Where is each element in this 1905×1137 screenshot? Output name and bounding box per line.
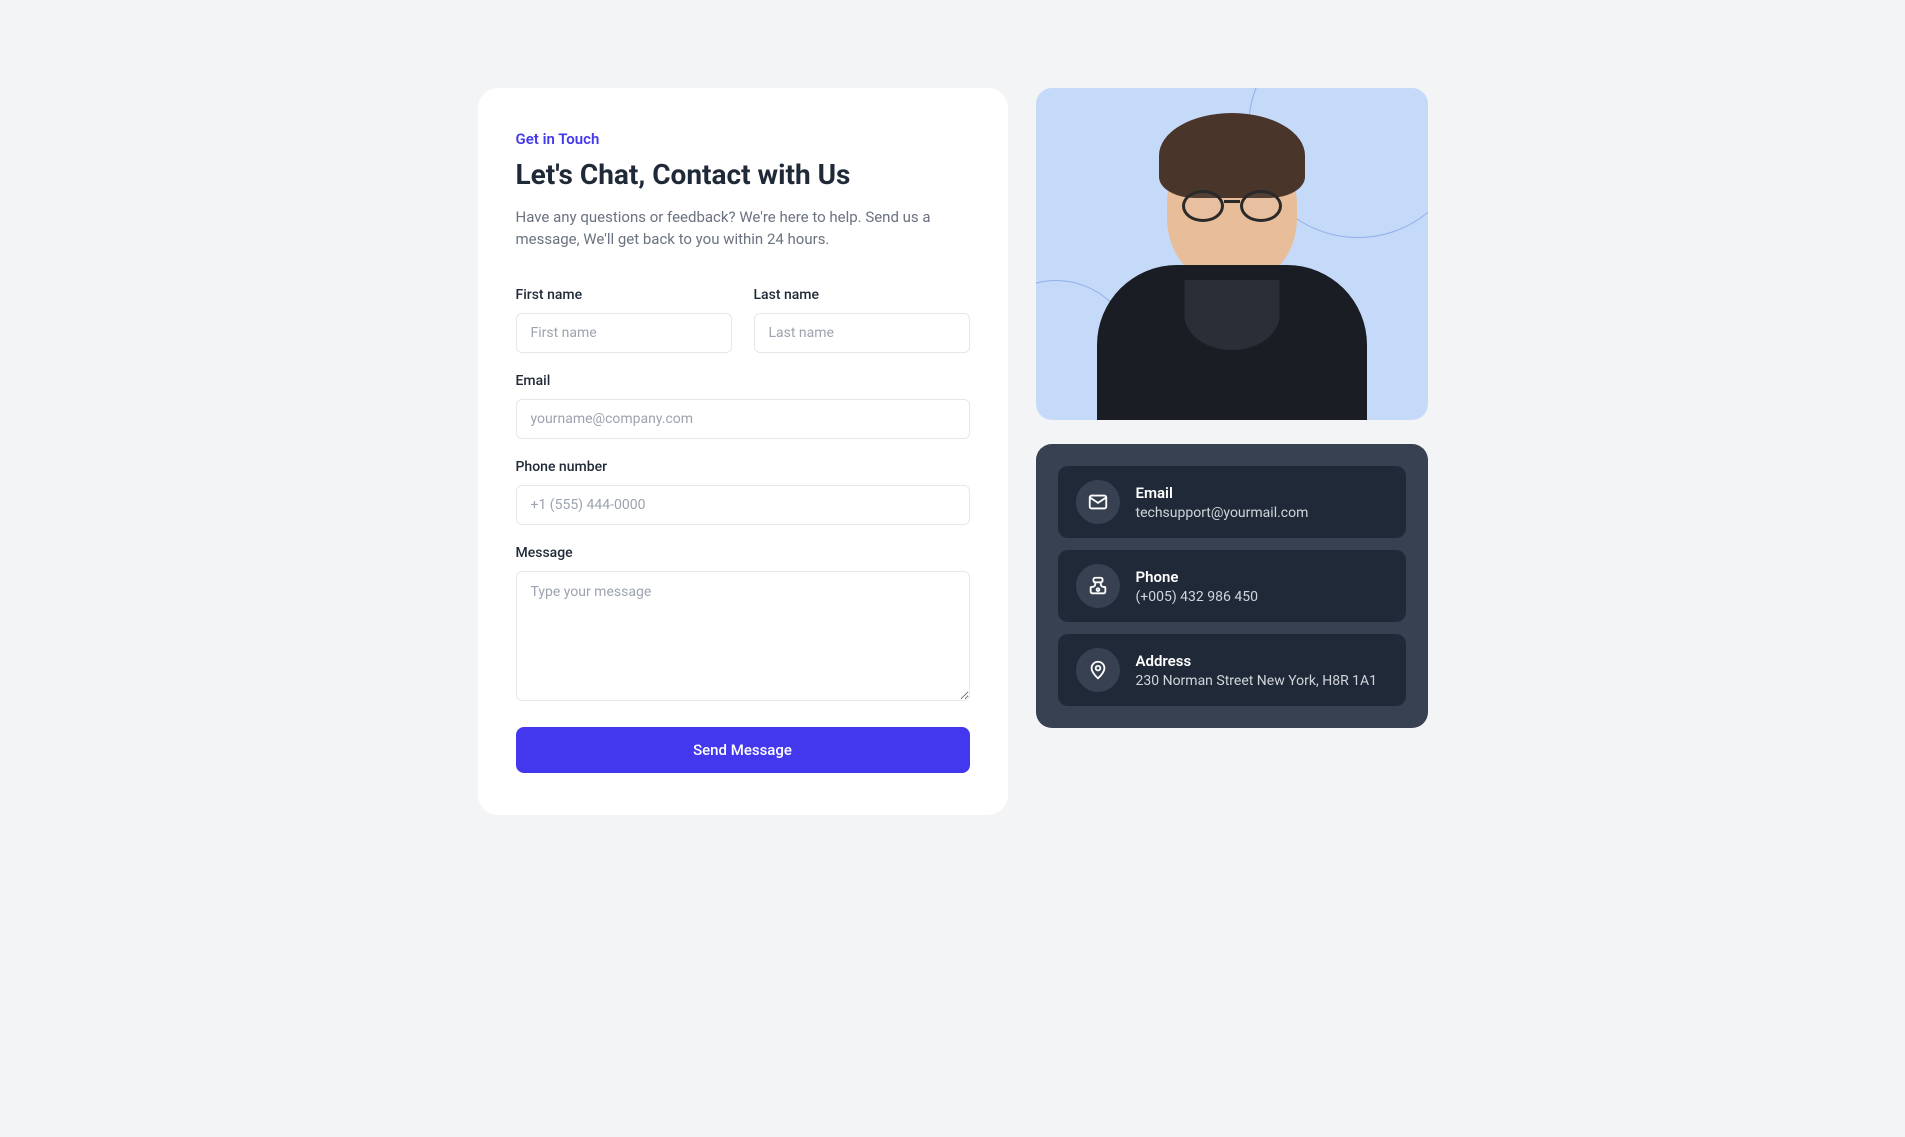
- contact-info-text: Phone (+005) 432 986 450: [1136, 568, 1258, 605]
- contact-label: Address: [1136, 652, 1378, 670]
- contact-item-phone: Phone (+005) 432 986 450: [1058, 550, 1406, 622]
- right-column: Email techsupport@yourmail.com Phone (+0…: [1036, 88, 1428, 815]
- last-name-group: Last name: [754, 287, 970, 353]
- message-label: Message: [516, 545, 970, 561]
- contact-info-text: Address 230 Norman Street New York, H8R …: [1136, 652, 1378, 689]
- first-name-group: First name: [516, 287, 732, 353]
- first-name-input[interactable]: [516, 313, 732, 353]
- page-title: Let's Chat, Contact with Us: [516, 158, 970, 192]
- email-field[interactable]: [516, 399, 970, 439]
- page-description: Have any questions or feedback? We're he…: [516, 206, 970, 251]
- send-message-button[interactable]: Send Message: [516, 727, 970, 773]
- contact-label: Email: [1136, 484, 1309, 502]
- name-row: First name Last name: [516, 287, 970, 353]
- contact-value: techsupport@yourmail.com: [1136, 505, 1309, 521]
- contact-value: 230 Norman Street New York, H8R 1A1: [1136, 673, 1378, 689]
- map-pin-icon: [1076, 648, 1120, 692]
- contact-label: Phone: [1136, 568, 1258, 586]
- contact-page-container: Get in Touch Let's Chat, Contact with Us…: [478, 88, 1428, 815]
- first-name-label: First name: [516, 287, 732, 303]
- phone-field[interactable]: [516, 485, 970, 525]
- message-textarea[interactable]: [516, 571, 970, 701]
- email-group: Email: [516, 373, 970, 439]
- email-label: Email: [516, 373, 970, 389]
- eyebrow-text: Get in Touch: [516, 130, 970, 148]
- contact-value: (+005) 432 986 450: [1136, 589, 1258, 605]
- contact-form-card: Get in Touch Let's Chat, Contact with Us…: [478, 88, 1008, 815]
- person-illustration: [1097, 128, 1367, 420]
- mail-icon: [1076, 480, 1120, 524]
- contact-item-address: Address 230 Norman Street New York, H8R …: [1058, 634, 1406, 706]
- contact-info-text: Email techsupport@yourmail.com: [1136, 484, 1309, 521]
- profile-image-card: [1036, 88, 1428, 420]
- phone-icon: [1076, 564, 1120, 608]
- message-group: Message: [516, 545, 970, 705]
- contact-info-card: Email techsupport@yourmail.com Phone (+0…: [1036, 444, 1428, 728]
- phone-group: Phone number: [516, 459, 970, 525]
- phone-label: Phone number: [516, 459, 970, 475]
- contact-item-email: Email techsupport@yourmail.com: [1058, 466, 1406, 538]
- last-name-input[interactable]: [754, 313, 970, 353]
- last-name-label: Last name: [754, 287, 970, 303]
